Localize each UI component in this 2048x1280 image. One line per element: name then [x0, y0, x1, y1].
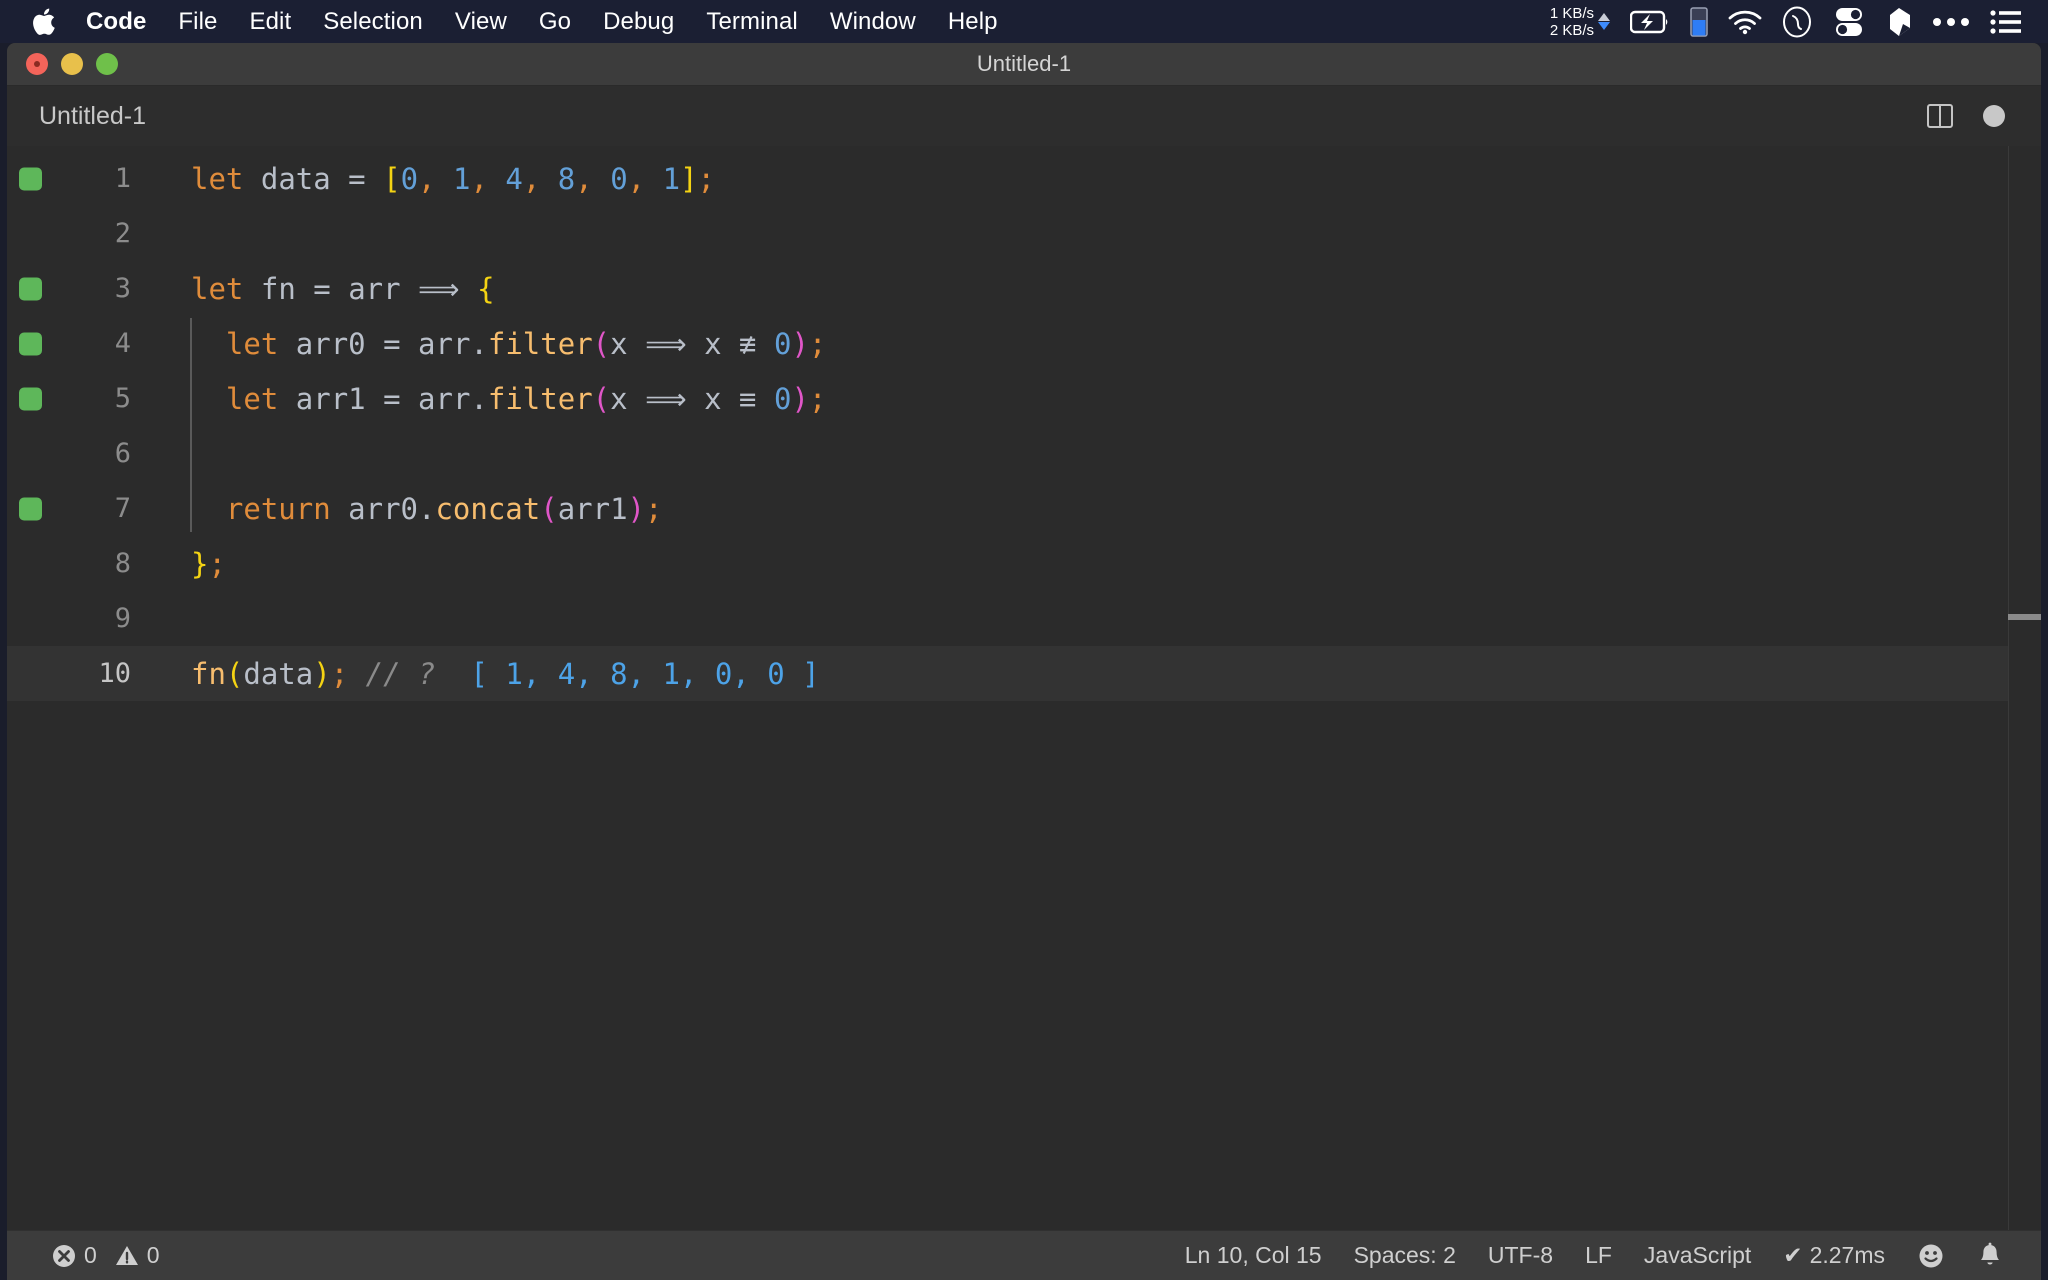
menu-item-help[interactable]: Help — [932, 0, 1014, 43]
line-number: 8 — [114, 548, 131, 579]
line-number: 6 — [114, 438, 131, 469]
control-center-icon[interactable] — [1822, 0, 1876, 43]
gutter-change-marker[interactable] — [19, 277, 42, 300]
apple-logo-icon[interactable] — [22, 0, 66, 43]
status-bar-left: 0 0 — [7, 1242, 176, 1269]
minimize-button[interactable] — [61, 53, 83, 75]
error-icon — [51, 1243, 77, 1269]
code-line-text: let arr0 = arr.filter(x ⟹ x ≢ 0); — [225, 326, 827, 361]
cursor-position[interactable]: Ln 10, Col 15 — [1169, 1242, 1338, 1269]
gutter-change-marker[interactable] — [19, 332, 42, 355]
problems-status[interactable]: 0 0 — [35, 1242, 176, 1269]
code-line-7[interactable]: 7 return arr0.concat(arr1); — [7, 481, 2041, 536]
battery-charging-icon[interactable] — [1620, 0, 1680, 43]
code-line-8[interactable]: 8}; — [7, 536, 2041, 591]
download-arrow-icon — [1598, 22, 1610, 30]
code-line-9[interactable]: 9 — [7, 591, 2041, 646]
eol-setting[interactable]: LF — [1569, 1242, 1628, 1269]
maximize-button[interactable] — [96, 53, 118, 75]
menu-item-selection[interactable]: Selection — [307, 0, 439, 43]
wifi-icon[interactable] — [1718, 0, 1772, 43]
tab-label: Untitled-1 — [39, 101, 146, 130]
code-line-text: }; — [191, 546, 226, 581]
upload-speed-label: 1 KB/s — [1549, 4, 1594, 22]
menu-item-debug[interactable]: Debug — [587, 0, 690, 43]
indentation-setting[interactable]: Spaces: 2 — [1338, 1242, 1472, 1269]
upload-arrow-icon — [1598, 13, 1610, 21]
editor-tab-bar: Untitled-1 — [7, 86, 2041, 146]
error-count: 0 — [84, 1242, 97, 1268]
network-speed-indicator[interactable]: 1 KB/s 2 KB/s — [1540, 0, 1620, 43]
code-line-text: let data = [0, 1, 4, 8, 0, 1]; — [191, 161, 716, 196]
language-mode[interactable]: JavaScript — [1628, 1242, 1767, 1269]
line-number: 4 — [114, 328, 131, 359]
mac-menu-bar: Code File Edit Selection View Go Debug T… — [0, 0, 2048, 43]
line-number: 5 — [114, 383, 131, 414]
tab-bar-actions — [1927, 104, 2041, 128]
ellipsis-icon[interactable] — [1922, 0, 1980, 43]
feedback-smiley-icon[interactable] — [1901, 1242, 1961, 1270]
line-number: 10 — [98, 658, 131, 689]
battery-level-icon[interactable] — [1680, 0, 1718, 43]
runtime-duration: 2.27ms — [1809, 1242, 1885, 1268]
code-line-1[interactable]: 1 let data = [0, 1, 4, 8, 0, 1]; — [7, 151, 2041, 206]
code-line-4[interactable]: 4 let arr0 = arr.filter(x ⟹ x ≢ 0); — [7, 316, 2041, 371]
line-number: 2 — [114, 218, 131, 249]
dropbox-icon[interactable] — [1876, 0, 1922, 43]
code-line-2[interactable]: 2 — [7, 206, 2041, 261]
menu-item-code[interactable]: Code — [70, 0, 162, 43]
menu-item-view[interactable]: View — [439, 0, 523, 43]
warning-icon — [114, 1243, 140, 1269]
code-line-text: return arr0.concat(arr1); — [225, 491, 663, 526]
code-line-text: fn(data); // ? [ 1, 4, 8, 1, 0, 0 ] — [191, 656, 820, 691]
download-speed-label: 2 KB/s — [1549, 21, 1594, 39]
code-line-text: let fn = arr ⟹ { — [191, 271, 495, 306]
warning-count: 0 — [146, 1242, 160, 1268]
siri-icon[interactable] — [1772, 0, 1822, 43]
menu-item-window[interactable]: Window — [814, 0, 932, 43]
gutter-change-marker[interactable] — [19, 387, 42, 410]
line-number: 1 — [114, 163, 131, 194]
code-line-3[interactable]: 3 let fn = arr ⟹ { — [7, 261, 2041, 316]
code-line-5[interactable]: 5 let arr1 = arr.filter(x ⟹ x ≡ 0); — [7, 371, 2041, 426]
gutter-change-marker[interactable] — [19, 497, 42, 520]
runtime-status[interactable]: ✔ 2.27ms — [1767, 1242, 1901, 1269]
code-line-6[interactable]: 6 — [7, 426, 2041, 481]
code-editor[interactable]: 1 let data = [0, 1, 4, 8, 0, 1]; 2 3 let fn … — [7, 146, 2041, 1230]
menu-bar-tray: 1 KB/s 2 KB/s — [1540, 0, 2048, 43]
line-number: 3 — [114, 273, 131, 304]
line-number: 7 — [114, 493, 131, 524]
gutter-change-marker[interactable] — [19, 662, 42, 685]
window-title: Untitled-1 — [976, 51, 1072, 76]
code-line-text: let arr1 = arr.filter(x ⟹ x ≡ 0); — [225, 381, 827, 416]
status-bar-right: Ln 10, Col 15 Spaces: 2 UTF-8 LF JavaScr… — [1169, 1242, 2041, 1270]
split-editor-icon[interactable] — [1927, 104, 1953, 128]
tab-untitled-1[interactable]: Untitled-1 — [7, 86, 172, 146]
close-button[interactable] — [26, 53, 48, 75]
menu-item-edit[interactable]: Edit — [233, 0, 307, 43]
list-menu-icon[interactable] — [1980, 0, 2032, 43]
indent-guide — [190, 318, 192, 532]
menu-bar-items: Code File Edit Selection View Go Debug T… — [0, 0, 1014, 43]
encoding-setting[interactable]: UTF-8 — [1472, 1242, 1569, 1269]
window-controls — [7, 53, 118, 75]
gutter-change-marker[interactable] — [19, 167, 42, 190]
window-title-bar: Untitled-1 — [7, 43, 2041, 86]
runtime-check-icon: ✔ — [1783, 1242, 1803, 1268]
menu-item-file[interactable]: File — [162, 0, 233, 43]
unsaved-dot-icon[interactable] — [1983, 105, 2005, 127]
code-line-10[interactable]: 10 fn(data); // ? [ 1, 4, 8, 1, 0, 0 ] — [7, 646, 2041, 701]
editor-scrollbar[interactable] — [2008, 146, 2041, 1230]
notifications-bell-icon[interactable] — [1961, 1242, 2019, 1270]
menu-item-go[interactable]: Go — [523, 0, 587, 43]
status-bar: 0 0 Ln 10, Col 15 Spaces: 2 UTF-8 LF Jav… — [7, 1230, 2041, 1280]
menu-item-terminal[interactable]: Terminal — [690, 0, 814, 43]
scrollbar-thumb[interactable] — [2008, 614, 2041, 620]
line-number: 9 — [114, 603, 131, 634]
editor-window: Untitled-1 Untitled-1 1 let data = [0, 1,… — [7, 43, 2041, 1280]
